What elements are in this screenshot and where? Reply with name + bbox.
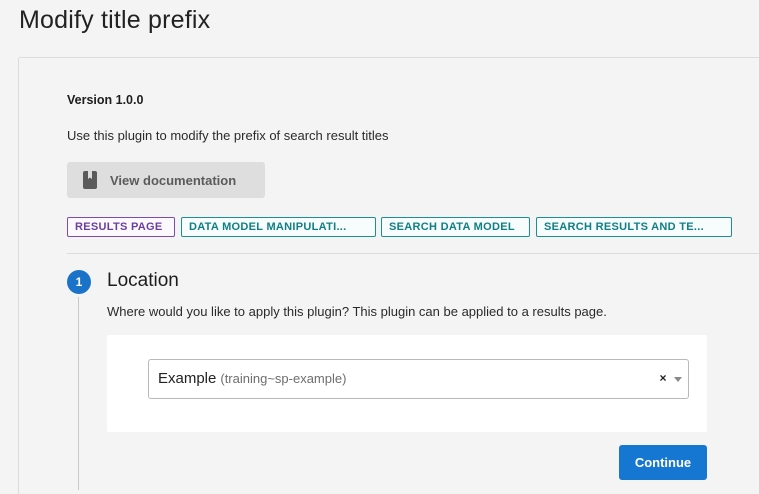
plugin-description: Use this plugin to modify the prefix of … [67,128,389,143]
tag-results-page: RESULTS PAGE [67,217,175,237]
tag-search-data-model: SEARCH DATA MODEL [381,217,530,237]
location-select-detail: (training~sp-example) [220,371,347,386]
view-documentation-label: View documentation [110,172,237,188]
plugin-version: Version 1.0.0 [67,93,144,107]
location-select-value: Example (training~sp-example) [158,370,346,387]
left-rail-divider [18,58,19,494]
location-select[interactable]: Example (training~sp-example) × [148,359,689,399]
clear-selection-icon[interactable]: × [658,371,668,385]
page-title: Modify title prefix [19,6,211,34]
view-documentation-button[interactable]: View documentation [67,162,265,198]
step-number-badge: 1 [67,270,91,294]
section-divider [67,253,759,254]
tag-data-model-manipulation: DATA MODEL MANIPULATI... [181,217,376,237]
plugin-config-page: Modify title prefix Version 1.0.0 Use th… [0,0,759,494]
step-description: Where would you like to apply this plugi… [107,304,607,319]
step-title: Location [107,270,179,291]
continue-button[interactable]: Continue [619,445,707,480]
location-select-label: Example [158,370,217,387]
location-panel: Example (training~sp-example) × [107,335,707,432]
step-rail [78,297,79,490]
book-icon [82,171,98,189]
title-divider [19,57,759,58]
chevron-down-icon[interactable] [674,377,682,382]
tag-search-results-and-text: SEARCH RESULTS AND TE... [536,217,732,237]
